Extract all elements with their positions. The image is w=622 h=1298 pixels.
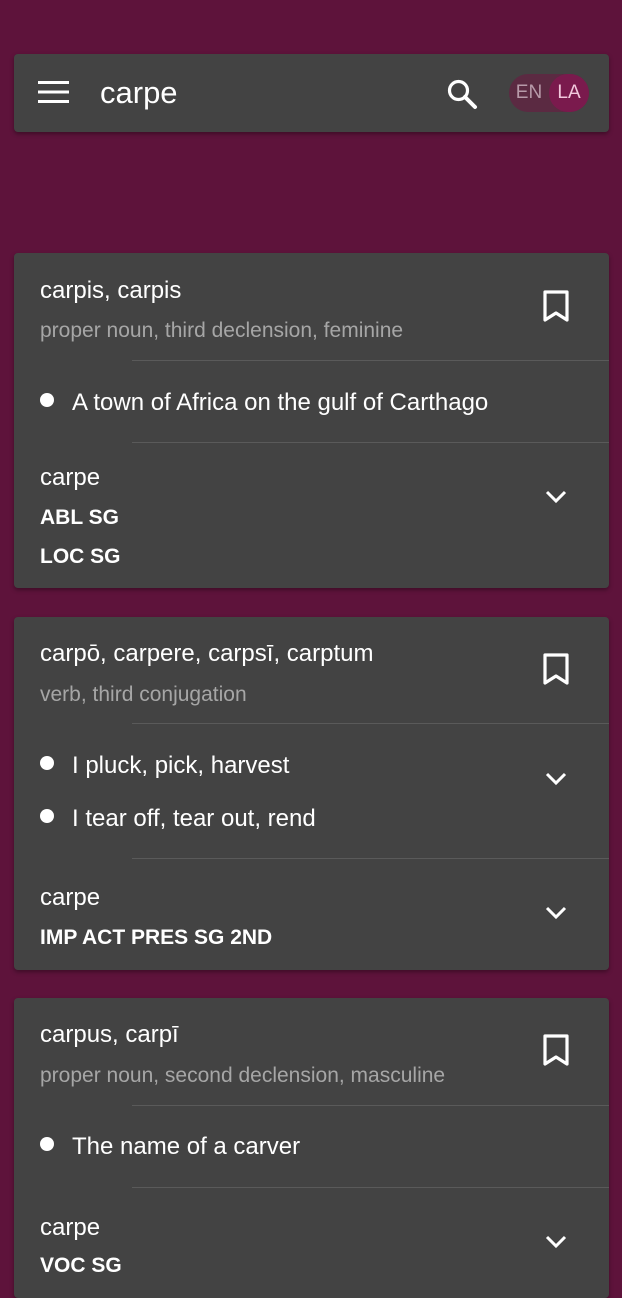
lang-option-en[interactable]: EN bbox=[509, 74, 549, 112]
search-icon[interactable] bbox=[446, 78, 478, 110]
form-tag: ABL SG bbox=[40, 506, 119, 529]
definition-item: A town of Africa on the gulf of Carthago bbox=[40, 389, 488, 417]
divider bbox=[132, 360, 609, 361]
bookmark-icon[interactable] bbox=[541, 652, 571, 686]
definition-text: I tear off, tear out, rend bbox=[72, 805, 316, 832]
definition-text: The name of a carver bbox=[72, 1133, 301, 1160]
bullet-icon bbox=[40, 1137, 54, 1151]
form-word: carpe bbox=[40, 1214, 101, 1241]
entry-subtitle: proper noun, second declension, masculin… bbox=[40, 1064, 446, 1087]
definition-item: The name of a carver bbox=[40, 1133, 300, 1161]
result-card: carpis, carpis proper noun, third declen… bbox=[14, 253, 609, 588]
form-tag: IMP ACT PRES SG 2ND bbox=[40, 926, 273, 949]
entry-title: carpō, carpere, carpsī, carptum bbox=[40, 640, 374, 667]
bullet-icon bbox=[40, 809, 54, 823]
definition-item: I tear off, tear out, rend bbox=[40, 805, 316, 833]
chevron-down-icon[interactable] bbox=[544, 771, 568, 787]
search-input[interactable] bbox=[100, 72, 420, 114]
language-toggle[interactable]: EN LA bbox=[509, 74, 589, 112]
definition-text: A town of Africa on the gulf of Carthago bbox=[72, 389, 489, 416]
bookmark-icon[interactable] bbox=[541, 289, 571, 323]
chevron-down-icon[interactable] bbox=[544, 1234, 568, 1250]
divider bbox=[132, 442, 609, 443]
menu-icon[interactable] bbox=[38, 81, 69, 103]
result-card: carpō, carpere, carpsī, carptum verb, th… bbox=[14, 617, 609, 970]
chevron-down-icon[interactable] bbox=[544, 489, 568, 505]
divider bbox=[132, 1187, 609, 1188]
bookmark-icon[interactable] bbox=[541, 1033, 571, 1067]
entry-subtitle: verb, third conjugation bbox=[40, 683, 247, 706]
search-app-bar: EN LA bbox=[14, 54, 609, 132]
form-tag: LOC SG bbox=[40, 545, 121, 568]
bullet-icon bbox=[40, 393, 54, 407]
divider bbox=[132, 1105, 609, 1106]
form-word: carpe bbox=[40, 884, 101, 911]
form-tag: VOC SG bbox=[40, 1254, 122, 1277]
form-word: carpe bbox=[40, 464, 101, 491]
divider bbox=[132, 723, 609, 724]
lang-option-la[interactable]: LA bbox=[549, 74, 589, 112]
definition-item: I pluck, pick, harvest bbox=[40, 752, 289, 780]
bullet-icon bbox=[40, 756, 54, 770]
divider bbox=[132, 858, 609, 859]
entry-title: carpus, carpī bbox=[40, 1021, 179, 1048]
result-card: carpus, carpī proper noun, second declen… bbox=[14, 998, 609, 1298]
entry-subtitle: proper noun, third declension, feminine bbox=[40, 319, 404, 342]
entry-title: carpis, carpis bbox=[40, 277, 182, 304]
definition-text: I pluck, pick, harvest bbox=[72, 752, 290, 779]
chevron-down-icon[interactable] bbox=[544, 905, 568, 921]
